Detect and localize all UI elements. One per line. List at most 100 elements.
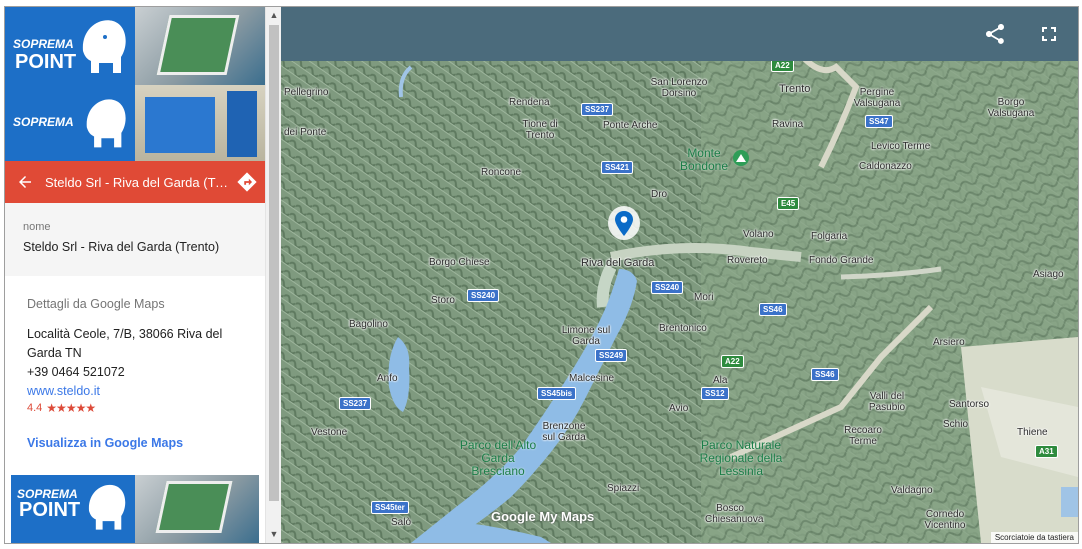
map-label-volano: Volano: [743, 229, 774, 240]
map-label-caldonazzo: Caldonazzo: [859, 161, 912, 172]
directions-button[interactable]: [229, 161, 265, 203]
map-label-limone-sul-garda: Limone sul Garda: [561, 325, 611, 347]
map-label-pergine-valsugana: Pergine Valsugana: [853, 87, 901, 109]
rating-stars-icon: ★★★★★: [46, 401, 96, 415]
map-label-brenzone-sul-garda: Brenzone sul Garda: [542, 421, 586, 443]
map-label-pellegrino: Pellegrino: [284, 87, 329, 98]
brand-logo-tile: SOPREMA POINT: [5, 7, 135, 85]
map-label-bagolino: Bagolino: [349, 319, 388, 330]
fullscreen-icon: [1042, 27, 1056, 41]
park-label-lessinia: Parco Naturale Regionale della Lessinia: [699, 438, 783, 478]
sidebar-scrollbar[interactable]: ▲ ▼: [265, 7, 281, 543]
map-label-schio: Schio: [943, 419, 969, 430]
map-label-monte-bondone: Monte Bondone: [679, 146, 729, 173]
storefront-sign-text: SOPREMA: [13, 115, 74, 129]
name-section: nome Steldo Srl - Riva del Garda (Trento…: [5, 203, 265, 276]
map-label-cornedo-vicentino: Cornedo Vicentino: [924, 509, 966, 531]
map-label-recoaro-terme: Recoaro Terme: [844, 425, 882, 447]
mountain-peak-icon: [733, 150, 749, 166]
rating-value: 4.4: [27, 402, 43, 414]
map-label-vestone: Vestone: [311, 427, 348, 438]
embedded-map-frame: SOPREMA POINT SOPREMA Steldo Srl - Riva …: [4, 6, 1079, 544]
storefront-photo-tile: SOPREMA: [5, 85, 135, 161]
road-shield-ss46: SS46: [759, 303, 787, 316]
name-label: nome: [23, 221, 51, 233]
scroll-up-icon[interactable]: ▲: [269, 10, 279, 20]
map-label-thiene: Thiene: [1017, 427, 1048, 438]
map-label-ala: Ala: [713, 375, 728, 386]
map-label-ravina: Ravina: [772, 119, 804, 130]
brand-logo-text-line2: POINT: [15, 51, 77, 73]
road-shield-ss240-east: SS240: [651, 281, 684, 294]
scroll-down-icon[interactable]: ▼: [269, 529, 279, 539]
map-label-salo: Salò: [391, 517, 412, 528]
phone-number: +39 0464 521072: [27, 365, 125, 379]
elephant-logo-icon: [82, 20, 126, 74]
road-shield-ss237-south: SS237: [339, 397, 372, 410]
map-label-mori: Mori: [694, 292, 714, 303]
road-shield-a22-south: A22: [721, 355, 744, 368]
scrollbar-thumb[interactable]: [269, 25, 279, 501]
place-header-bar: Steldo Srl - Riva del Garda (Trento): [5, 161, 265, 203]
road-shield-ss47: SS47: [865, 115, 893, 128]
map-label-valli-del-pasubio: Valli del Pasubio: [868, 391, 906, 413]
google-maps-details: Dettagli da Google Maps Località Ceole, …: [5, 297, 265, 450]
bottom-store-tile: [135, 475, 259, 543]
road-shield-a31: A31: [1035, 445, 1058, 458]
details-title: Dettagli da Google Maps: [27, 297, 165, 311]
map-label-brentonico: Brentonico: [659, 323, 707, 334]
map-label-malcesine: Malcesine: [569, 373, 615, 384]
map-label-spiazzi: Spiazzi: [607, 483, 640, 494]
map-label-rovereto: Rovereto: [727, 255, 768, 266]
address-text: Località Ceole, 7/B, 38066 Riva del Gard…: [27, 327, 223, 360]
bottom-logo-text-line2: POINT: [19, 499, 81, 521]
share-button[interactable]: [983, 22, 1007, 46]
back-button[interactable]: [5, 161, 45, 203]
map-toolbar: [281, 7, 1078, 61]
map-label-fondo-grande: Fondo Grande: [809, 255, 874, 266]
keyboard-shortcuts-link[interactable]: Scorciatoie da tastiera: [990, 532, 1078, 543]
road-shield-ss45bis: SS45bis: [537, 387, 577, 400]
map-label-avio: Avio: [669, 403, 689, 414]
place-photo-collage[interactable]: SOPREMA POINT SOPREMA: [5, 7, 265, 161]
fullscreen-button[interactable]: [1037, 22, 1061, 46]
share-icon: [986, 24, 1004, 44]
google-my-maps-logo: Google My Maps: [491, 509, 595, 524]
map-label-borgo-valsugana: Borgo Valsugana: [987, 97, 1035, 119]
arrow-back-icon: [19, 176, 31, 188]
location-pin-icon[interactable]: [607, 205, 641, 247]
road-shield-ss45ter: SS45ter: [371, 501, 409, 514]
road-shield-ss46-south: SS46: [811, 368, 839, 381]
map-label-anfo: Anfo: [377, 373, 398, 384]
map-label-asiago: Asiago: [1033, 269, 1064, 280]
road-shield-ss12: SS12: [701, 387, 729, 400]
directions-icon: [237, 172, 257, 192]
bottom-photo-strip[interactable]: SOPREMA POINT: [11, 475, 259, 543]
map-label-roncone: Roncone: [481, 167, 522, 178]
info-sidebar: SOPREMA POINT SOPREMA Steldo Srl - Riva …: [5, 7, 281, 543]
map-label-valdagno: Valdagno: [891, 485, 933, 496]
sidebar-content: SOPREMA POINT SOPREMA Steldo Srl - Riva …: [5, 7, 265, 543]
map-label-san-lorenzo-dorsino: San Lorenzo Dorsino: [650, 77, 708, 99]
website-link[interactable]: www.steldo.it: [27, 382, 265, 401]
terrain-map[interactable]: Pellegrino dei Ponte Rendena San Lorenzo…: [281, 7, 1078, 543]
map-label-dro: Dro: [651, 189, 668, 200]
bottom-elephant-icon: [88, 484, 126, 530]
rating-row: 4.4 ★★★★★: [27, 401, 265, 416]
road-shield-ss421: SS421: [601, 161, 634, 174]
brand-logo-text-line1: SOPREMA: [13, 37, 74, 51]
map-label-folgaria: Folgaria: [811, 231, 848, 242]
map-label-rendena: Rendena: [509, 97, 550, 108]
road-shield-e45: E45: [777, 197, 800, 210]
road-shield-ss240-west: SS240: [467, 289, 500, 302]
map-label-santorso: Santorso: [949, 399, 990, 410]
map-label-tione-di-trento: Tione di Trento: [522, 119, 558, 141]
road-shield-ss237: SS237: [581, 103, 614, 116]
map-label-dei-ponte: dei Ponte: [284, 127, 327, 138]
map-label-arsiero: Arsiero: [933, 337, 965, 348]
name-value: Steldo Srl - Riva del Garda (Trento): [23, 240, 220, 254]
store-photo-tile: [135, 7, 265, 85]
interior-photo-tile: [135, 85, 265, 161]
view-in-google-maps-link[interactable]: Visualizza in Google Maps: [27, 436, 265, 450]
bottom-logo-tile: SOPREMA POINT: [11, 475, 135, 543]
